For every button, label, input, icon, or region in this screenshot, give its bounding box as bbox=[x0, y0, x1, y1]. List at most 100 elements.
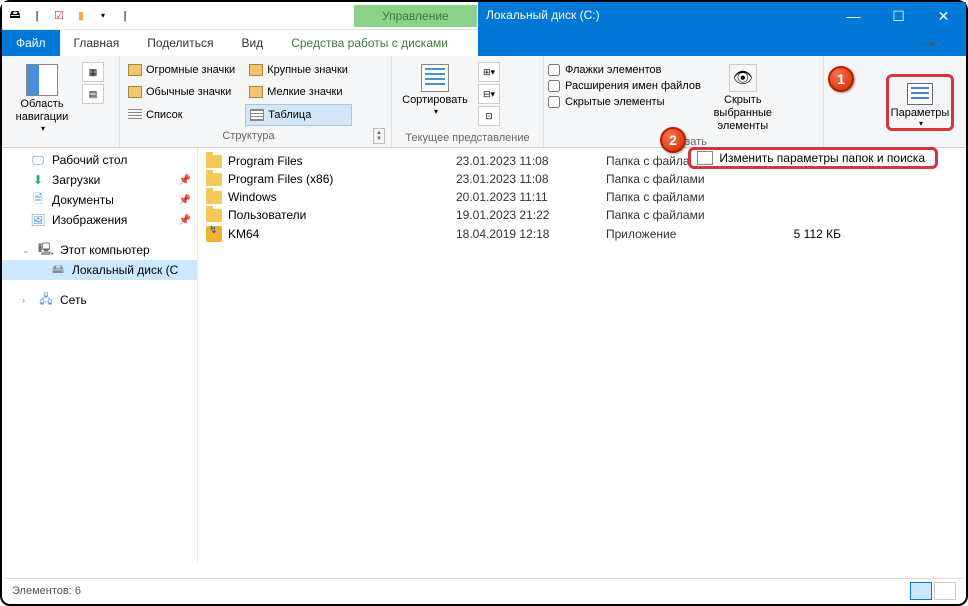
disk-icon: 🖴 bbox=[6, 7, 24, 25]
file-type: Папка с файлами bbox=[606, 208, 751, 222]
disk-icon: 🖴 bbox=[50, 263, 66, 277]
group-current-view: Сортировать ▾ ⊞▾ ⊟▾ ⊡ Текущее представле… bbox=[392, 56, 544, 147]
expand-icon[interactable]: › bbox=[22, 295, 32, 305]
tree-this-pc[interactable]: ⌄🖳Этот компьютер bbox=[2, 240, 197, 260]
layout-huge-icons[interactable]: Огромные значки bbox=[124, 60, 239, 80]
minimize-button[interactable]: — bbox=[831, 2, 876, 30]
network-icon: 🖧 bbox=[38, 293, 54, 307]
tree-downloads[interactable]: ⬇Загрузки📌 bbox=[2, 170, 197, 190]
help-icon[interactable]: ? bbox=[942, 35, 958, 51]
file-name-text: Program Files bbox=[228, 154, 303, 168]
checkbox-item-checkboxes[interactable]: Флажки элементов bbox=[548, 62, 701, 78]
tab-home[interactable]: Главная bbox=[60, 30, 134, 56]
pin-icon: 📌 bbox=[179, 175, 191, 186]
file-type: Папка с файлами bbox=[606, 172, 751, 186]
close-button[interactable]: ✕ bbox=[921, 2, 966, 30]
pictures-icon: 🖼 bbox=[30, 213, 46, 227]
navigation-tree: 🖵Рабочий стол ⬇Загрузки📌 🗎Документы📌 🖼Из… bbox=[2, 148, 198, 562]
file-row[interactable]: Windows20.01.2023 11:11Папка с файлами bbox=[206, 188, 958, 206]
quick-access-toolbar: 🖴 | ☑ ▮ ▾ | bbox=[6, 7, 134, 25]
file-date: 20.01.2023 11:11 bbox=[456, 190, 606, 204]
change-folder-options-icon bbox=[697, 151, 713, 165]
application-icon bbox=[206, 226, 222, 242]
download-icon: ⬇ bbox=[30, 173, 46, 187]
folder-icon[interactable]: ▮ bbox=[72, 7, 90, 25]
sort-button[interactable]: Сортировать ▾ bbox=[396, 60, 474, 116]
navigation-pane-button[interactable]: Область навигации ▾ bbox=[6, 60, 78, 133]
preview-pane-button[interactable]: ▦ bbox=[82, 62, 104, 82]
file-date: 18.04.2019 12:18 bbox=[456, 227, 606, 241]
file-type: Приложение bbox=[606, 227, 751, 241]
content-area: 🖵Рабочий стол ⬇Загрузки📌 🗎Документы📌 🖼Из… bbox=[2, 148, 966, 562]
layout-list[interactable]: Список bbox=[124, 104, 239, 126]
tab-disk-tools[interactable]: Средства работы с дисками bbox=[277, 30, 462, 56]
tree-network[interactable]: ›🖧Сеть bbox=[2, 290, 197, 310]
annotation-badge-1: 1 bbox=[828, 66, 854, 92]
details-pane-button[interactable]: ▤ bbox=[82, 84, 104, 104]
annotation-badge-2: 2 bbox=[660, 127, 686, 153]
chevron-down-icon: ▾ bbox=[434, 107, 438, 116]
tree-desktop[interactable]: 🖵Рабочий стол bbox=[2, 150, 197, 170]
file-name-text: Program Files (x86) bbox=[228, 172, 333, 186]
checkbox-icon[interactable]: ☑ bbox=[50, 7, 68, 25]
layout-small-icons[interactable]: Мелкие значки bbox=[245, 82, 352, 102]
window-title: Локальный диск (C:) bbox=[486, 8, 600, 22]
ribbon-tabs: Файл Главная Поделиться Вид Средства раб… bbox=[2, 30, 966, 56]
pin-icon: 📌 bbox=[179, 195, 191, 206]
maximize-button[interactable]: ☐ bbox=[876, 2, 921, 30]
details-view-button[interactable] bbox=[910, 582, 932, 600]
large-icons-view-button[interactable] bbox=[934, 582, 956, 600]
file-date: 19.01.2023 21:22 bbox=[456, 208, 606, 222]
desktop-icon: 🖵 bbox=[30, 153, 46, 167]
layout-medium-icons[interactable]: Обычные значки bbox=[124, 82, 239, 102]
options-dropdown-item[interactable]: Изменить параметры папок и поиска bbox=[688, 147, 938, 169]
add-columns-button[interactable]: ⊟▾ bbox=[478, 84, 500, 104]
group-by-button[interactable]: ⊞▾ bbox=[478, 62, 500, 82]
group-current-view-label: Текущее представление bbox=[396, 130, 539, 147]
file-name-text: KM64 bbox=[228, 227, 259, 241]
qat-dropdown-icon[interactable]: ▾ bbox=[94, 7, 112, 25]
expand-icon[interactable]: ⌄ bbox=[22, 245, 32, 256]
qat-separator2: | bbox=[116, 7, 134, 25]
chevron-down-icon: ▾ bbox=[41, 124, 45, 133]
layout-table[interactable]: Таблица bbox=[245, 104, 352, 126]
tab-view[interactable]: Вид bbox=[227, 30, 277, 56]
sort-icon bbox=[421, 64, 449, 92]
documents-icon: 🗎 bbox=[30, 193, 46, 207]
file-date: 23.01.2023 11:08 bbox=[456, 172, 606, 186]
tree-pictures[interactable]: 🖼Изображения📌 bbox=[2, 210, 197, 230]
folder-icon bbox=[206, 173, 222, 186]
file-name-text: Windows bbox=[228, 190, 277, 204]
options-button[interactable]: Параметры ▾ bbox=[886, 74, 954, 131]
hide-icon: 👁 bbox=[729, 64, 757, 92]
folder-icon bbox=[206, 191, 222, 204]
file-list: Program Files23.01.2023 11:08Папка с фай… bbox=[198, 148, 966, 562]
item-count: Элементов: 6 bbox=[12, 585, 81, 597]
tab-share[interactable]: Поделиться bbox=[133, 30, 227, 56]
file-row[interactable]: Пользователи 19.01.2023 21:22Папка с файл… bbox=[206, 206, 958, 224]
file-row[interactable]: KM64 18.04.2019 12:18Приложение5 112 КБ bbox=[206, 224, 958, 244]
file-row[interactable]: Program Files (x86) 23.01.2023 11:08Папка… bbox=[206, 170, 958, 188]
tree-local-disk-c[interactable]: 🖴Локальный диск (C bbox=[2, 260, 197, 280]
checkbox-file-extensions[interactable]: Расширения имен файлов bbox=[548, 78, 701, 94]
pc-icon: 🖳 bbox=[38, 243, 54, 257]
view-options: ⊞▾ ⊟▾ ⊡ bbox=[478, 60, 500, 126]
layout-large-icons[interactable]: Крупные значки bbox=[245, 60, 352, 80]
minimize-ribbon-icon[interactable]: —▸ bbox=[919, 37, 936, 50]
checkbox-hidden-items[interactable]: Скрытые элементы bbox=[548, 94, 701, 110]
status-bar: Элементов: 6 bbox=[4, 578, 964, 602]
file-size: 5 112 КБ bbox=[751, 227, 841, 241]
ribbon: Область навигации ▾ ▦ ▤ Огромные значки … bbox=[2, 56, 966, 148]
group-panes: Область навигации ▾ ▦ ▤ bbox=[2, 56, 120, 147]
folder-icon bbox=[206, 155, 222, 168]
file-name-text: Пользователи bbox=[228, 208, 306, 222]
hide-selected-button[interactable]: 👁 Скрыть выбранные элементы bbox=[705, 60, 781, 134]
layout-scroll[interactable]: ▲▼ bbox=[373, 128, 385, 144]
file-date: 23.01.2023 11:08 bbox=[456, 154, 606, 168]
group-panes-label bbox=[6, 133, 115, 150]
group-layout: Огромные значки Крупные значки Обычные з… bbox=[120, 56, 392, 147]
size-columns-button[interactable]: ⊡ bbox=[478, 106, 500, 126]
contextual-tab-manage[interactable]: Управление bbox=[354, 5, 477, 27]
tree-documents[interactable]: 🗎Документы📌 bbox=[2, 190, 197, 210]
tab-file[interactable]: Файл bbox=[2, 30, 60, 56]
